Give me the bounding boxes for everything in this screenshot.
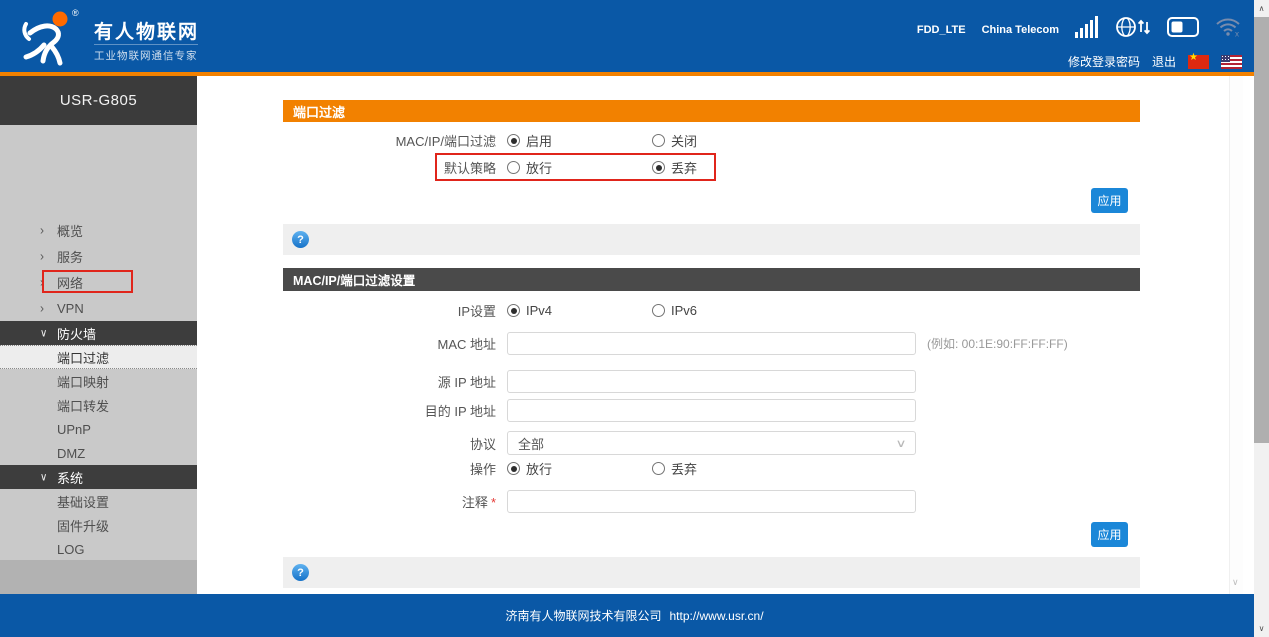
chevron-down-icon: ∨ [40,471,47,483]
radio-icon[interactable] [652,161,665,174]
signal-bars-icon [1075,16,1099,43]
row-comment: 注释* [283,490,1140,513]
sidebar-item-firmware-upgrade[interactable]: 固件升级 [0,513,197,537]
footer-company: 济南有人物联网技术有限公司 [505,607,661,624]
chevron-right-icon: › [40,300,44,315]
radio-action-accept[interactable]: 放行 [507,459,652,478]
flag-star-icon: ★ [1189,52,1198,63]
chevron-right-icon: › [40,222,44,237]
radio-disable[interactable]: 关闭 [652,131,797,150]
radio-action-drop[interactable]: 丢弃 [652,459,797,478]
chevron-down-icon: ∨ [40,327,47,339]
radio-icon[interactable] [507,304,520,317]
content-scrollbar[interactable]: ∨ [1229,76,1243,594]
change-password-link[interactable]: 修改登录密码 [1068,53,1140,70]
sidebar-group-firewall[interactable]: ∨ 防火墙 [0,321,197,345]
footer-url: http://www.usr.cn/ [669,609,763,623]
scroll-down-icon[interactable]: ∨ [1232,577,1239,588]
destination-ip-input[interactable] [507,399,916,422]
row-ip-setting: IP设置 IPv4 IPv6 [283,299,1140,322]
apply-button-filter[interactable]: 应用 [1091,188,1128,213]
help-icon[interactable]: ? [292,231,309,248]
radio-icon[interactable] [507,134,520,147]
help-icon[interactable]: ? [292,564,309,581]
footer: 济南有人物联网技术有限公司 http://www.usr.cn/ [0,594,1269,637]
sidebar-item-vpn[interactable]: › VPN [0,295,197,321]
radio-icon[interactable] [507,161,520,174]
required-asterisk: * [491,495,496,510]
protocol-select[interactable]: 全部 ∨ [507,431,916,455]
row-protocol: 协议 全部 ∨ [283,431,1140,455]
mac-address-input[interactable] [507,332,916,355]
sidebar-item-services[interactable]: › 服务 [0,243,197,269]
radio-icon[interactable] [652,134,665,147]
sidebar-item-basic-settings[interactable]: 基础设置 [0,489,197,513]
network-mode-label: FDD_LTE [917,24,966,36]
sidebar-item-upnp[interactable]: UPnP [0,417,197,441]
registered-mark: ® [72,8,79,18]
row-mac-address: MAC 地址 (例如: 00:1E:90:FF:FF:FF) [283,332,1140,355]
chevron-right-icon: › [40,274,44,289]
sidebar-item-dmz[interactable]: DMZ [0,441,197,465]
radio-icon[interactable] [652,304,665,317]
english-language-flag[interactable] [1221,55,1242,69]
comment-input[interactable] [507,490,916,513]
sidebar-item-network[interactable]: › 网络 [0,269,197,295]
mac-address-hint: (例如: 00:1E:90:FF:FF:FF) [927,335,1068,352]
section-title-port-filter: 端口过滤 [283,100,1140,122]
row-destination-ip: 目的 IP 地址 [283,399,1140,422]
apply-button-settings[interactable]: 应用 [1091,522,1128,547]
sidebar-group-system[interactable]: ∨ 系统 [0,465,197,489]
sim-card-icon [1167,17,1199,42]
sidebar-item-port-mapping[interactable]: 端口映射 [0,369,197,393]
radio-icon[interactable] [652,462,665,475]
status-row: FDD_LTE China Telecom [917,16,1242,43]
sidebar-item-port-forwarding[interactable]: 端口转发 [0,393,197,417]
radio-enable[interactable]: 启用 [507,131,652,150]
wifi-disabled-icon: x [1215,17,1242,42]
sidebar-item-log[interactable]: LOG [0,537,197,561]
chinese-language-flag[interactable]: ★ [1188,55,1209,69]
section-title-filter-settings: MAC/IP/端口过滤设置 [283,268,1140,291]
radio-drop[interactable]: 丢弃 [652,158,797,177]
radio-ipv4[interactable]: IPv4 [507,303,652,318]
source-ip-input[interactable] [507,370,916,393]
logout-link[interactable]: 退出 [1152,53,1176,70]
scroll-up-button[interactable]: ∧ [1254,0,1269,17]
brand-subtitle: 工业物联网通信专家 [94,44,198,63]
router-admin-page: ® 有人物联网 工业物联网通信专家 FDD_LTE China Telecom [0,0,1269,637]
row-default-policy: 默认策略 放行 丢弃 [283,156,1140,179]
scrollbar-thumb[interactable] [1254,17,1269,443]
help-bar-settings: ? [283,557,1140,588]
sidebar-item-port-filter[interactable]: 端口过滤 [0,345,197,369]
svg-text:x: x [1235,30,1239,38]
radio-accept[interactable]: 放行 [507,158,652,177]
carrier-label: China Telecom [982,24,1059,36]
chevron-right-icon: › [40,248,44,263]
row-mac-ip-port-filter: MAC/IP/端口过滤 启用 关闭 [283,129,1140,152]
radio-ipv6[interactable]: IPv6 [652,303,797,318]
globe-data-icon [1115,16,1151,43]
scroll-down-button[interactable]: ∨ [1254,620,1269,637]
device-name: USR-G805 [0,76,197,125]
account-row: 修改登录密码 退出 ★ [1068,53,1242,70]
sidebar: USR-G805 › 概览 › 服务 › 网络 › VPN ∨ 防火墙 端口过滤… [0,76,197,594]
row-action: 操作 放行 丢弃 [283,457,1140,480]
top-header: ® 有人物联网 工业物联网通信专家 FDD_LTE China Telecom [0,0,1269,72]
brand-title: 有人物联网 [94,17,199,44]
chevron-down-icon: ∨ [895,437,906,450]
radio-icon[interactable] [507,462,520,475]
row-source-ip: 源 IP 地址 [283,370,1140,393]
sidebar-item-overview[interactable]: › 概览 [0,217,197,243]
flag-canton [1221,55,1230,62]
window-scrollbar[interactable]: ∧ ∨ [1254,0,1269,637]
help-bar-filter: ? [283,224,1140,255]
